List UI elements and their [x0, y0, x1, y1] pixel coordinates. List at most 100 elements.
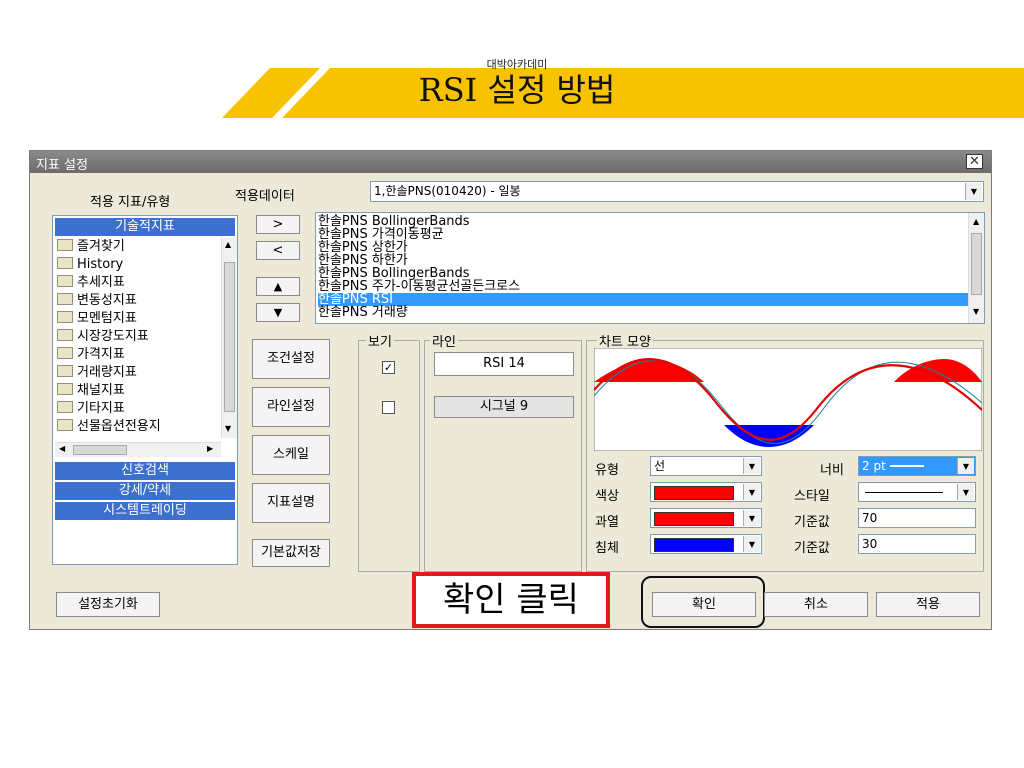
- chevron-down-icon[interactable]: ▼: [743, 536, 760, 552]
- move-up-button[interactable]: ▲: [256, 277, 300, 296]
- folder-icon: [57, 383, 73, 395]
- view-group-label: 보기: [366, 331, 394, 350]
- category-technical[interactable]: 기술적지표: [55, 218, 235, 236]
- hscroll-thumb[interactable]: [73, 445, 127, 455]
- chart-preview: [594, 348, 982, 451]
- tree-vertical-scrollbar[interactable]: ▲ ▼: [221, 238, 237, 438]
- width-select[interactable]: 2 pt ▼: [858, 456, 976, 476]
- save-default-button[interactable]: 기본값저장: [252, 539, 330, 567]
- tree-item-trend[interactable]: 추세지표: [57, 274, 125, 292]
- tree-item-volume[interactable]: 거래량지표: [57, 364, 137, 382]
- color-swatch: [654, 538, 734, 552]
- tree-item-market-strength[interactable]: 시장강도지표: [57, 328, 149, 346]
- line-width-sample: [889, 465, 924, 467]
- scroll-right-icon[interactable]: ▶: [207, 444, 213, 453]
- folder-icon: [57, 275, 73, 287]
- tree-item-price[interactable]: 가격지표: [57, 346, 125, 364]
- apply-data-select[interactable]: 1,한솔PNS(010420) - 일봉 ▼: [370, 181, 984, 202]
- category-system-trading[interactable]: 시스템트레이딩: [55, 502, 235, 520]
- indicator-description-button[interactable]: 지표설명: [252, 483, 330, 523]
- list-item-selected[interactable]: 한솔PNS RSI: [318, 293, 968, 306]
- type-label: 유형: [595, 463, 619, 478]
- dialog-title: 지표 설정: [36, 158, 88, 173]
- line-rsi-button[interactable]: RSI 14: [434, 352, 574, 376]
- chevron-down-icon[interactable]: ▼: [743, 484, 760, 500]
- folder-icon: [57, 257, 73, 269]
- line-signal-button[interactable]: 시그널 9: [434, 396, 574, 418]
- scroll-up-icon[interactable]: ▲: [225, 240, 231, 249]
- tree-item-favorites[interactable]: 즐겨찾기: [57, 238, 125, 256]
- scrollbar-thumb[interactable]: [224, 262, 235, 412]
- indicator-category-tree[interactable]: 기술적지표 즐겨찾기 History 추세지표 변동성지표 모멘텀지표 시장강도…: [52, 215, 238, 565]
- tree-horizontal-scrollbar[interactable]: ◀ ▶: [55, 442, 221, 457]
- confirm-click-callout: 확인 클릭: [412, 572, 610, 628]
- base-value-1-label: 기준값: [794, 515, 830, 530]
- cancel-button[interactable]: 취소: [764, 592, 868, 617]
- scroll-up-icon[interactable]: ▲: [973, 217, 979, 226]
- chevron-down-icon[interactable]: ▼: [743, 458, 760, 474]
- scroll-down-icon[interactable]: ▼: [225, 424, 231, 433]
- oversold-label: 침체: [595, 541, 619, 556]
- slide-title: RSI 설정 방법: [418, 71, 616, 109]
- base-value-2-input[interactable]: 30: [858, 534, 976, 554]
- color-label: 색상: [595, 489, 619, 504]
- oversold-color-select[interactable]: ▼: [650, 534, 762, 554]
- style-label: 스타일: [794, 489, 830, 504]
- chevron-down-icon[interactable]: ▼: [743, 510, 760, 526]
- line-settings-button[interactable]: 라인설정: [252, 387, 330, 427]
- category-signal-search[interactable]: 신호검색: [55, 462, 235, 480]
- type-select[interactable]: 선 ▼: [650, 456, 762, 476]
- tree-item-momentum[interactable]: 모멘텀지표: [57, 310, 137, 328]
- folder-icon: [57, 239, 73, 251]
- applied-indicator-list[interactable]: 한솔PNS BollingerBands 한솔PNS 가격이동평균 한솔PNS …: [315, 212, 985, 324]
- category-bull-bear[interactable]: 강세/약세: [55, 482, 235, 500]
- reset-settings-button[interactable]: 설정초기화: [56, 592, 160, 617]
- base-value-1-input[interactable]: 70: [858, 508, 976, 528]
- chevron-down-icon[interactable]: ▼: [965, 183, 982, 200]
- tree-item-history[interactable]: History: [57, 256, 123, 274]
- folder-icon: [57, 365, 73, 377]
- close-icon[interactable]: ✕: [966, 154, 983, 169]
- line-style-sample: [865, 492, 943, 493]
- base-value-2-label: 기준값: [794, 541, 830, 556]
- folder-icon: [57, 329, 73, 341]
- scrollbar-thumb[interactable]: [971, 233, 982, 295]
- tree-item-futures-options[interactable]: 선물옵션전용지: [57, 418, 161, 436]
- style-select[interactable]: ▼: [858, 482, 976, 502]
- scale-button[interactable]: 스케일: [252, 435, 330, 475]
- add-indicator-button[interactable]: >: [256, 215, 300, 234]
- color-select[interactable]: ▼: [650, 482, 762, 502]
- rsi-visible-checkbox[interactable]: ✓: [382, 361, 395, 374]
- indicator-settings-dialog: 지표 설정 ✕ 적용 지표/유형 기술적지표 즐겨찾기 History 추세지표…: [29, 150, 992, 630]
- overbought-label: 과열: [595, 515, 619, 530]
- chevron-down-icon[interactable]: ▼: [957, 458, 974, 474]
- line-group-label: 라인: [430, 331, 458, 350]
- folder-icon: [57, 419, 73, 431]
- dialog-titlebar: 지표 설정 ✕: [30, 151, 991, 173]
- folder-icon: [57, 293, 73, 305]
- apply-button[interactable]: 적용: [876, 592, 980, 617]
- indicator-list-scrollbar[interactable]: ▲ ▼: [968, 213, 984, 323]
- move-down-button[interactable]: ▼: [256, 303, 300, 322]
- view-group: [358, 340, 420, 572]
- overbought-color-select[interactable]: ▼: [650, 508, 762, 528]
- folder-icon: [57, 311, 73, 323]
- indicator-type-label: 적용 지표/유형: [90, 195, 171, 210]
- width-label: 너비: [820, 463, 844, 478]
- scroll-down-icon[interactable]: ▼: [973, 307, 979, 316]
- list-item[interactable]: 한솔PNS 거래량: [318, 306, 408, 319]
- tree-item-volatility[interactable]: 변동성지표: [57, 292, 137, 310]
- color-swatch: [654, 486, 734, 500]
- chevron-down-icon[interactable]: ▼: [957, 484, 974, 500]
- tree-item-other[interactable]: 기타지표: [57, 400, 125, 418]
- ok-button[interactable]: 확인: [652, 592, 756, 617]
- scroll-left-icon[interactable]: ◀: [59, 444, 65, 453]
- apply-data-label: 적용데이터: [235, 189, 295, 204]
- signal-visible-checkbox[interactable]: [382, 401, 395, 414]
- color-swatch: [654, 512, 734, 526]
- condition-settings-button[interactable]: 조건설정: [252, 339, 330, 379]
- remove-indicator-button[interactable]: <: [256, 241, 300, 260]
- folder-icon: [57, 347, 73, 359]
- folder-icon: [57, 401, 73, 413]
- tree-item-channel[interactable]: 채널지표: [57, 382, 125, 400]
